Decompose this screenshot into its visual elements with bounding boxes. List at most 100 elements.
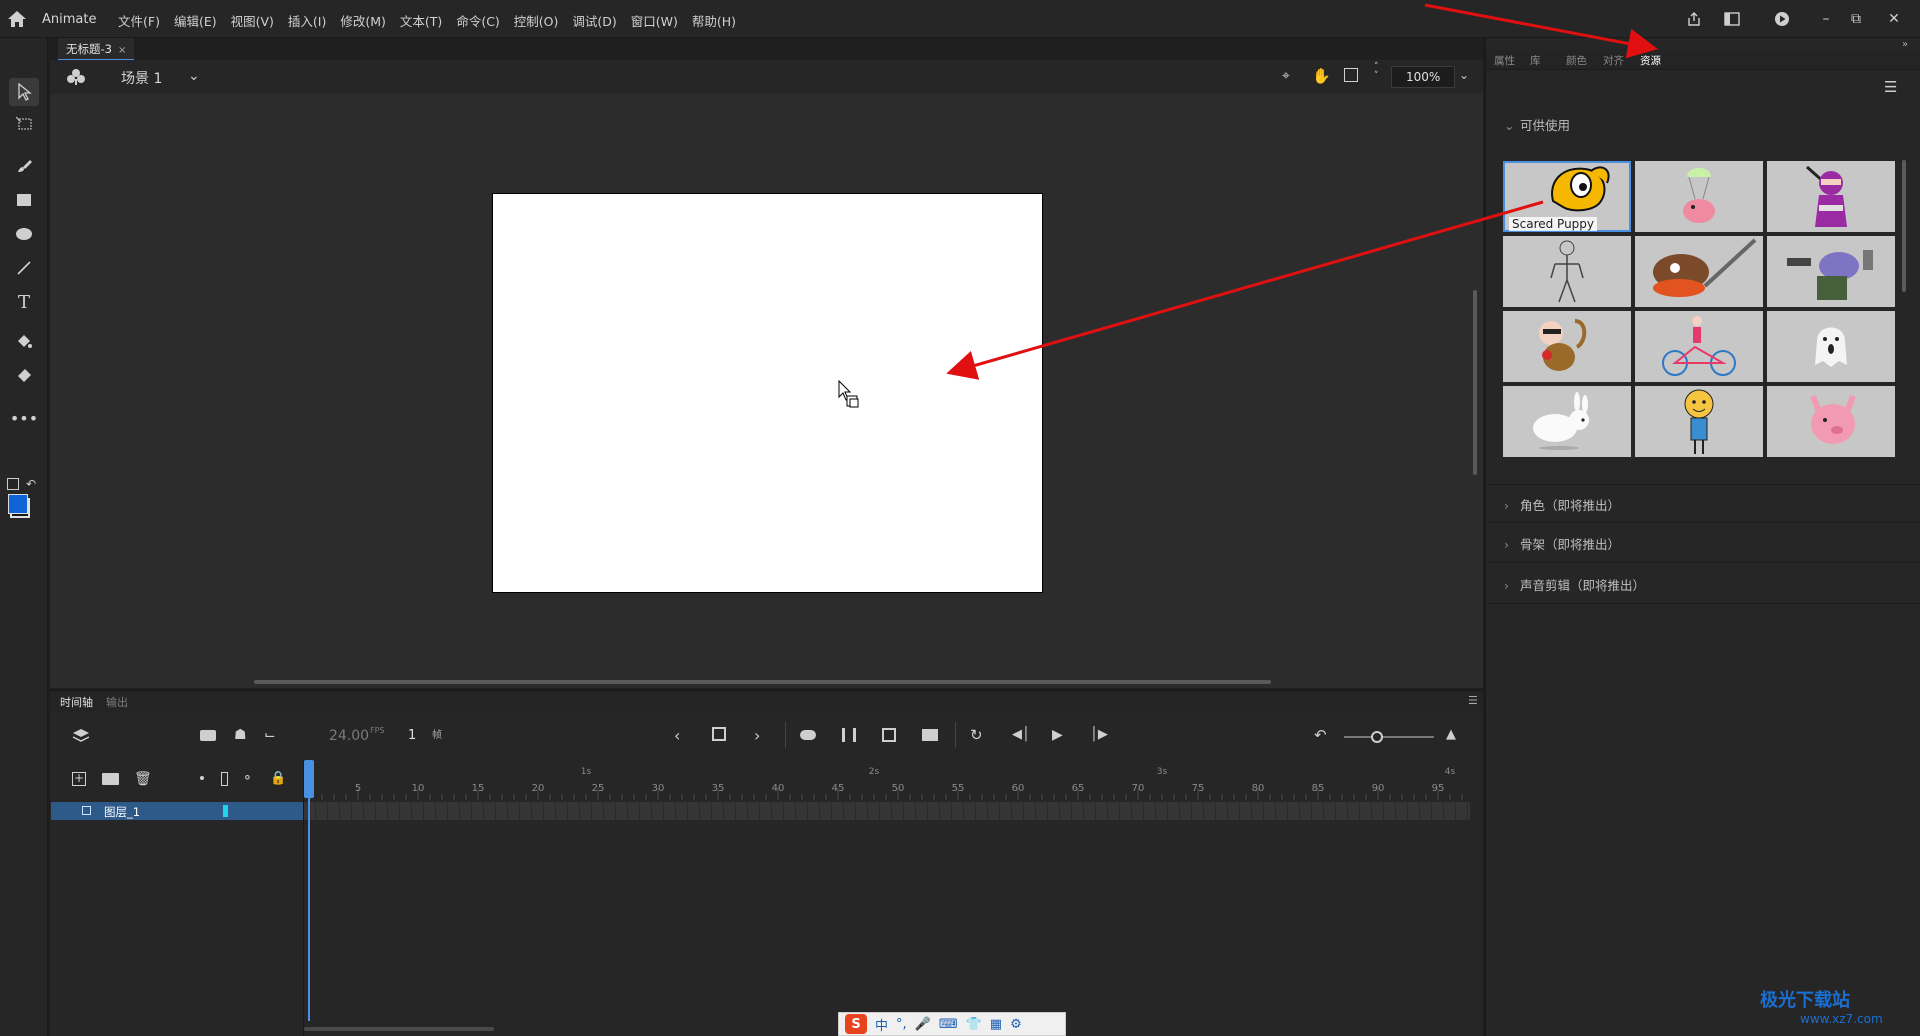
eraser-tool-icon[interactable] — [9, 362, 39, 390]
ime-toolbar[interactable]: S 中 °, 🎤 ⌨ 👕 ▦ ⚙ — [838, 1012, 1066, 1036]
insert-keyframe-icon[interactable] — [712, 727, 726, 741]
reset-zoom-icon[interactable]: ↶ — [1314, 726, 1327, 744]
ime-microphone-icon[interactable]: 🎤 — [915, 1017, 931, 1032]
menu-insert[interactable]: 插入(I) — [288, 11, 326, 30]
ime-toolbox-icon[interactable]: ▦ — [990, 1017, 1002, 1032]
swap-colors-icon[interactable]: ↶ — [26, 477, 36, 491]
document-tab[interactable]: 无标题-3 × — [58, 38, 135, 60]
classic-tween-icon[interactable] — [922, 729, 938, 741]
restore-icon[interactable]: ⧉ — [1842, 6, 1870, 32]
tab-color[interactable]: 颜色 — [1566, 53, 1587, 68]
workspace-icon[interactable] — [1718, 6, 1746, 32]
brush-tool-icon[interactable] — [9, 152, 39, 180]
asset-tile[interactable]: Scared Puppy — [1503, 161, 1631, 232]
stroke-color-swatch[interactable] — [8, 494, 28, 514]
text-tool-icon[interactable]: T — [9, 288, 39, 316]
mountain-zoom-icon[interactable]: ▲ — [1446, 727, 1456, 742]
timeline-horizontal-scrollbar[interactable] — [304, 1027, 494, 1031]
home-icon[interactable] — [6, 9, 28, 29]
frame-ruler[interactable]: 5 10 15 20 25 30 35 40 45 50 55 60 65 70 75 80 85 90 95 1s 2… — [304, 760, 1470, 802]
tab-align[interactable]: 对齐 — [1603, 53, 1624, 68]
section-available[interactable]: ⌄ 可供使用 — [1486, 115, 1920, 134]
layer-parenting-icon[interactable]: ☗ — [234, 727, 247, 743]
clip-content-icon[interactable] — [1344, 68, 1358, 82]
scene-label[interactable]: 场景 1 — [121, 68, 162, 88]
menu-command[interactable]: 命令(C) — [456, 11, 499, 30]
ime-language[interactable]: 中 — [875, 1015, 888, 1034]
stage-horizontal-scrollbar[interactable] — [254, 680, 1271, 684]
test-movie-icon[interactable] — [1768, 6, 1796, 32]
play-icon[interactable]: ▶ — [1052, 727, 1063, 743]
playhead[interactable] — [304, 760, 314, 798]
paint-bucket-tool-icon[interactable] — [9, 328, 39, 356]
stage-vertical-scrollbar[interactable] — [1473, 290, 1477, 475]
menu-view[interactable]: 视图(V) — [231, 11, 274, 30]
step-forward-icon[interactable]: │▶ — [1090, 727, 1108, 742]
asset-tile[interactable] — [1767, 386, 1895, 457]
oval-tool-icon[interactable] — [9, 220, 39, 248]
zoom-stepper-icon[interactable]: ˄ ˅ — [1374, 63, 1379, 81]
collapse-right-icon[interactable]: » — [1902, 39, 1908, 50]
menu-modify[interactable]: 修改(M) — [340, 11, 386, 30]
menu-debug[interactable]: 调试(D) — [572, 11, 616, 30]
prev-keyframe-icon[interactable]: ‹ — [674, 726, 680, 745]
menu-edit[interactable]: 编辑(E) — [174, 11, 217, 30]
timeline-zoom-slider[interactable] — [1344, 736, 1434, 738]
graph-icon[interactable]: ⌙ — [264, 727, 276, 743]
center-stage-icon[interactable]: ⌖ — [1282, 68, 1290, 84]
menu-window[interactable]: 窗口(W) — [631, 11, 678, 30]
menu-file[interactable]: 文件(F) — [118, 11, 160, 30]
timeline-menu-icon[interactable]: ☰ — [1468, 694, 1478, 707]
default-colors-icon[interactable] — [7, 478, 19, 490]
close-tab-icon[interactable]: × — [118, 45, 126, 56]
camera-icon[interactable] — [200, 730, 216, 741]
scene-dropdown-chevron-icon[interactable]: ⌄ — [188, 68, 200, 84]
menu-help[interactable]: 帮助(H) — [692, 11, 736, 30]
more-tools-icon[interactable]: ••• — [9, 404, 39, 432]
hand-tool-icon[interactable]: ✋ — [1312, 67, 1331, 85]
tab-output[interactable]: 输出 — [106, 694, 128, 710]
current-frame-value[interactable]: 1 — [408, 728, 416, 743]
zoom-dropdown-icon[interactable]: ⌄ — [1459, 68, 1469, 82]
zoom-input[interactable]: 100% — [1391, 66, 1455, 88]
tab-properties[interactable]: 属性 — [1494, 53, 1515, 68]
list-view-icon[interactable]: ☰ — [1884, 78, 1897, 96]
ime-skin-icon[interactable]: 👕 — [966, 1017, 982, 1032]
asset-tile[interactable] — [1767, 236, 1895, 307]
section-characters[interactable]: › 角色（即将推出） — [1486, 484, 1920, 522]
new-folder-icon[interactable] — [102, 773, 119, 785]
minimize-icon[interactable]: – — [1812, 6, 1840, 32]
tab-timeline[interactable]: 时间轴 — [60, 694, 93, 710]
hide-layers-icon[interactable]: ⚬ — [242, 771, 253, 786]
share-icon[interactable] — [1680, 6, 1708, 32]
line-tool-icon[interactable] — [9, 254, 39, 282]
next-keyframe-icon[interactable]: › — [754, 726, 760, 745]
frame-cells[interactable] — [304, 802, 1470, 820]
step-back-icon[interactable]: ◀│ — [1012, 727, 1030, 742]
delete-layer-icon[interactable]: 🗑 — [134, 771, 152, 787]
layer-color-swatch[interactable] — [223, 805, 228, 817]
tab-assets[interactable]: 资源 — [1640, 53, 1661, 68]
new-layer-icon[interactable]: + — [72, 772, 86, 786]
ime-punctuation-icon[interactable]: °, — [896, 1017, 907, 1032]
ime-settings-icon[interactable]: ⚙ — [1010, 1017, 1022, 1032]
menu-control[interactable]: 控制(O) — [514, 11, 559, 30]
highlight-layers-icon[interactable] — [200, 776, 204, 780]
section-sound-clips[interactable]: › 声音剪辑（即将推出） — [1486, 562, 1920, 604]
asset-tile[interactable] — [1635, 386, 1763, 457]
section-skeletons[interactable]: › 骨架（即将推出） — [1486, 522, 1920, 562]
onion-skin-icon[interactable] — [800, 730, 816, 740]
rectangle-tool-icon[interactable] — [9, 186, 39, 214]
timeline-zoom-slider-handle[interactable] — [1371, 731, 1383, 743]
tab-library[interactable]: 库 — [1530, 53, 1541, 68]
layer-name[interactable]: 图层_1 — [104, 804, 140, 820]
loop-icon[interactable]: ↻ — [970, 726, 983, 744]
asset-tile[interactable] — [1503, 236, 1631, 307]
asset-tile[interactable] — [1503, 386, 1631, 457]
asset-tile[interactable] — [1503, 311, 1631, 382]
asset-tile[interactable] — [1635, 311, 1763, 382]
outline-layers-icon[interactable] — [221, 772, 228, 786]
selection-tool-icon[interactable] — [9, 78, 39, 106]
assets-scrollbar[interactable] — [1902, 160, 1906, 292]
stage-canvas[interactable] — [492, 193, 1043, 593]
